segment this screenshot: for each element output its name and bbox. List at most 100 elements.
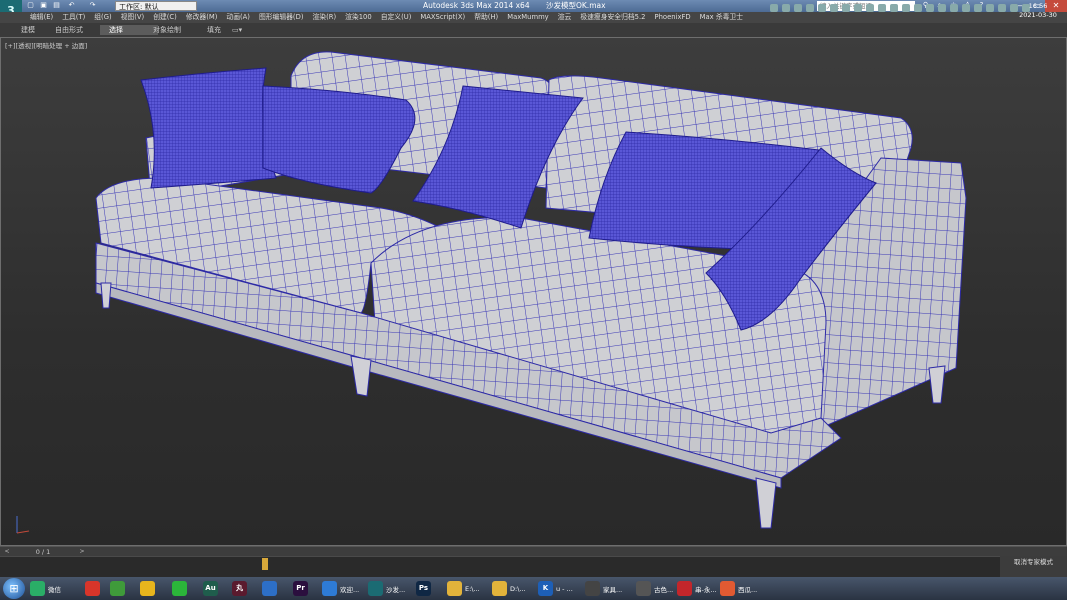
taskbar-app-button[interactable]: [85, 579, 100, 598]
redo-icon[interactable]: ↷: [88, 1, 97, 10]
menu-item[interactable]: 自定义(U): [381, 12, 412, 23]
menu-item[interactable]: 极速瘦身安全归档5.2: [580, 12, 645, 23]
tray-icon[interactable]: [938, 4, 946, 12]
tray-icon[interactable]: [998, 4, 1006, 12]
tray-icon[interactable]: [962, 4, 970, 12]
tray-icon[interactable]: [950, 4, 958, 12]
app-icon: [262, 581, 277, 596]
keyframe-marker[interactable]: [262, 558, 268, 570]
taskbar-app-button[interactable]: 沙发...: [368, 579, 405, 598]
taskbar-app-button[interactable]: Ps: [416, 579, 431, 598]
taskbar-app-button[interactable]: 丸: [232, 579, 247, 598]
taskbar-app-label: 沙发...: [386, 585, 406, 594]
taskbar-app-label: 微信: [48, 585, 61, 594]
app-icon: [585, 581, 600, 596]
menu-item[interactable]: 工具(T): [62, 12, 85, 23]
app-icon: [30, 581, 45, 596]
menu-item[interactable]: MaxMummy: [507, 12, 549, 23]
sofa-model[interactable]: [1, 38, 1066, 545]
menu-item[interactable]: 图形编辑器(D): [259, 12, 304, 23]
tray-icon[interactable]: [830, 4, 838, 12]
menu-item[interactable]: 视图(V): [121, 12, 145, 23]
menu-item[interactable]: 渲染100: [345, 12, 372, 23]
next-frame-button[interactable]: >: [78, 548, 86, 556]
app-icon: [636, 581, 651, 596]
open-file-icon[interactable]: ▣: [39, 1, 48, 10]
taskbar-app-label: D:\...: [510, 584, 526, 593]
taskbar-app-button[interactable]: [110, 579, 125, 598]
taskbar-app-button[interactable]: [140, 579, 155, 598]
new-file-icon[interactable]: ▢: [26, 1, 35, 10]
taskbar-app-button[interactable]: D:\...: [492, 579, 526, 598]
ribbon-toggle-icon[interactable]: ▭▾: [232, 25, 246, 35]
taskbar-app-button[interactable]: E:\...: [447, 579, 480, 598]
app-icon: Ps: [416, 581, 431, 596]
taskbar-app-button[interactable]: 古色...: [636, 579, 673, 598]
menu-item[interactable]: 组(G): [94, 12, 111, 23]
tab-populate[interactable]: 填充: [198, 25, 230, 35]
tray-icon[interactable]: [806, 4, 814, 12]
taskbar-app-button[interactable]: 微信: [30, 579, 61, 598]
track-bar[interactable]: [0, 556, 1000, 578]
tray-icon[interactable]: [794, 4, 802, 12]
taskbar-app-label: 欢迎...: [340, 585, 360, 594]
cancel-expert-mode-button[interactable]: 取消专家模式: [1000, 556, 1067, 577]
app-icon: [677, 581, 692, 596]
tray-icon[interactable]: [770, 4, 778, 12]
system-tray: [770, 4, 1030, 12]
menu-item[interactable]: PhoenixFD: [655, 12, 691, 23]
start-button-icon[interactable]: ⊞: [3, 578, 25, 599]
tray-icon[interactable]: [974, 4, 982, 12]
file-title: 沙发模型OK.max: [545, 1, 606, 10]
tray-icon[interactable]: [842, 4, 850, 12]
save-icon[interactable]: ▤: [52, 1, 61, 10]
tray-icon[interactable]: [818, 4, 826, 12]
taskbar-app-button[interactable]: [262, 579, 277, 598]
clock-time: 16:56: [1028, 2, 1048, 10]
taskbar-app-button[interactable]: Ku - ...: [538, 579, 573, 598]
tab-object-paint[interactable]: 对象绘制: [144, 25, 190, 35]
tray-icon[interactable]: [866, 4, 874, 12]
app-icon: [140, 581, 155, 596]
taskbar-app-button[interactable]: Pr: [293, 579, 308, 598]
tray-icon[interactable]: [890, 4, 898, 12]
taskbar-app-button[interactable]: [172, 579, 187, 598]
app-icon: [322, 581, 337, 596]
menu-item[interactable]: 创建(C): [153, 12, 177, 23]
taskbar-app-button[interactable]: Au: [203, 579, 218, 598]
app-icon: [447, 581, 462, 596]
menu-item[interactable]: 帮助(H): [474, 12, 498, 23]
taskbar-app-label: 串-永...: [695, 585, 717, 594]
tray-icon[interactable]: [986, 4, 994, 12]
workspace-selector[interactable]: 工作区: 默认: [115, 1, 197, 11]
taskbar: ⊞ 微信 Au 丸 Pr 欢迎... 沙发... Ps E:\... D:\... Ku - ..…: [0, 577, 1067, 600]
tray-icon[interactable]: [878, 4, 886, 12]
menu-item[interactable]: 编辑(E): [30, 12, 53, 23]
tray-icon[interactable]: [926, 4, 934, 12]
system-clock[interactable]: 16:56 2021-03-30: [1013, 2, 1063, 20]
window-title: Autodesk 3ds Max 2014 x64 沙发模型OK.max: [423, 0, 620, 12]
tab-freeform[interactable]: 自由形式: [46, 25, 92, 35]
tray-icon[interactable]: [854, 4, 862, 12]
menu-item[interactable]: 修改器(M): [186, 12, 218, 23]
tray-icon[interactable]: [902, 4, 910, 12]
menu-item[interactable]: 动画(A): [226, 12, 250, 23]
taskbar-app-label: u - ...: [556, 584, 573, 593]
tab-modeling[interactable]: 建模: [12, 25, 44, 35]
perspective-viewport[interactable]: [+][透视][明暗处理 + 边面]: [0, 37, 1067, 546]
menu-item[interactable]: Max 杀毒卫士: [700, 12, 743, 23]
app-icon: K: [538, 581, 553, 596]
undo-icon[interactable]: ↶: [67, 1, 76, 10]
menu-item[interactable]: MAXScript(X): [420, 12, 465, 23]
taskbar-app-button[interactable]: 家具...: [585, 579, 622, 598]
menu-item[interactable]: 渲染(R): [312, 12, 336, 23]
taskbar-app-button[interactable]: 西瓜...: [720, 579, 757, 598]
app-icon: Au: [203, 581, 218, 596]
menu-item[interactable]: 渲云: [558, 12, 572, 23]
taskbar-app-label: 家具...: [603, 585, 623, 594]
prev-frame-button[interactable]: <: [3, 548, 11, 556]
tray-icon[interactable]: [914, 4, 922, 12]
taskbar-app-button[interactable]: 串-永...: [677, 579, 717, 598]
tray-icon[interactable]: [782, 4, 790, 12]
taskbar-app-button[interactable]: 欢迎...: [322, 579, 359, 598]
